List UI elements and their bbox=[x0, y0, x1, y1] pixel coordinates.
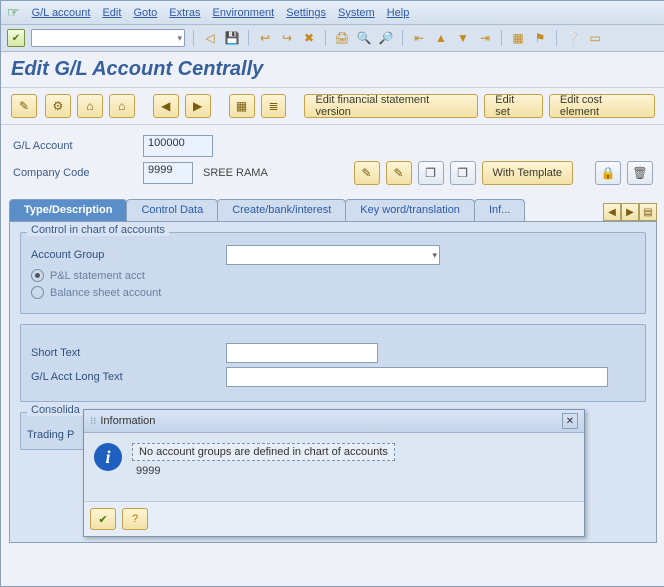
page-title: Edit G/L Account Centrally bbox=[1, 52, 664, 88]
first-page-icon[interactable]: ⇤ bbox=[411, 30, 427, 46]
toolbar-separator bbox=[556, 30, 557, 46]
company-code-label: Company Code bbox=[13, 167, 143, 179]
edit-set-button[interactable]: Edit set bbox=[484, 94, 543, 118]
pl-stmt-label: P&L statement acct bbox=[50, 270, 145, 282]
dialog-footer: ✔ ? bbox=[84, 501, 584, 536]
dialog-ok-button[interactable]: ✔ bbox=[90, 508, 116, 530]
tab-scroll-right[interactable]: ▶ bbox=[621, 203, 639, 221]
account-group-dropdown[interactable] bbox=[226, 245, 440, 265]
other-gl-button[interactable]: ⚙ bbox=[45, 94, 71, 118]
menu-goto[interactable]: Goto bbox=[133, 7, 157, 19]
menu-system[interactable]: System bbox=[338, 7, 375, 19]
menu-help[interactable]: Help bbox=[387, 7, 410, 19]
menu-extras[interactable]: Extras bbox=[169, 7, 200, 19]
back-icon[interactable]: ↩ bbox=[257, 30, 273, 46]
lock-button[interactable]: 🔒 bbox=[595, 161, 621, 185]
layout-icon[interactable]: ▭ bbox=[587, 30, 603, 46]
menu-environment[interactable]: Environment bbox=[212, 7, 274, 19]
dialog-message-2: 9999 bbox=[132, 465, 395, 477]
edit-cost-element-button[interactable]: Edit cost element bbox=[549, 94, 655, 118]
next-button[interactable]: ▶ bbox=[185, 94, 211, 118]
long-text-label: G/L Acct Long Text bbox=[31, 371, 226, 383]
tab-list-button[interactable]: ▤ bbox=[639, 203, 657, 221]
prev-page-icon[interactable]: ▲ bbox=[433, 30, 449, 46]
prev-button[interactable]: ◀ bbox=[153, 94, 179, 118]
tab-keyword-translation[interactable]: Key word/translation bbox=[345, 199, 475, 221]
short-text-label: Short Text bbox=[31, 347, 226, 359]
dialog-message: No account groups are defined in chart o… bbox=[132, 443, 395, 461]
new-session-icon[interactable]: ▦ bbox=[510, 30, 526, 46]
edit-button[interactable]: ✎ bbox=[386, 161, 412, 185]
cancel-icon[interactable]: ✖ bbox=[301, 30, 317, 46]
group-legend: Control in chart of accounts bbox=[27, 224, 169, 236]
list-button[interactable]: ≣ bbox=[261, 94, 287, 118]
dialog-titlebar[interactable]: ⁝⁝ Information ✕ bbox=[84, 410, 584, 433]
tab-info[interactable]: Inf... bbox=[474, 199, 525, 221]
find-next-icon[interactable]: 🔎 bbox=[378, 30, 394, 46]
app-toolbar: ✎ ⚙ ⌂ ⌂ ◀ ▶ ▦ ≣ Edit financial statement… bbox=[1, 88, 664, 125]
header-fields: G/L Account 100000 Company Code 9999 SRE… bbox=[1, 125, 664, 193]
toggle-button[interactable]: ▦ bbox=[229, 94, 255, 118]
tab-create-bank-interest[interactable]: Create/bank/interest bbox=[217, 199, 346, 221]
tab-control-data[interactable]: Control Data bbox=[126, 199, 218, 221]
group-control-in-coa: Control in chart of accounts Account Gro… bbox=[20, 232, 646, 314]
doc2-button[interactable]: ❐ bbox=[450, 161, 476, 185]
long-text-field[interactable] bbox=[226, 367, 608, 387]
save-icon2[interactable]: 💾 bbox=[224, 30, 240, 46]
toolbar-separator bbox=[325, 30, 326, 46]
exit-icon[interactable]: ↪ bbox=[279, 30, 295, 46]
dialog-body: i No account groups are defined in chart… bbox=[84, 433, 584, 501]
edit-fsv-button[interactable]: Edit financial statement version bbox=[304, 94, 478, 118]
save-icon[interactable]: ◁ bbox=[202, 30, 218, 46]
tab-strip: Type/Description Control Data Create/ban… bbox=[1, 199, 664, 221]
toolbar-separator bbox=[193, 30, 194, 46]
find-icon[interactable]: 🔍 bbox=[356, 30, 372, 46]
gl-account-field[interactable]: 100000 bbox=[143, 135, 213, 157]
balance-sheet-radio[interactable] bbox=[31, 286, 44, 299]
tab-type-description[interactable]: Type/Description bbox=[9, 199, 127, 221]
dialog-help-button[interactable]: ? bbox=[122, 508, 148, 530]
print-icon[interactable]: 🖨 bbox=[334, 30, 350, 46]
system-toolbar: ◁ 💾 ↩ ↪ ✖ 🖨 🔍 🔎 ⇤ ▲ ▼ ⇥ ▦ ⚑ ❔ ▭ bbox=[1, 25, 664, 52]
menu-edit[interactable]: Edit bbox=[102, 7, 121, 19]
close-icon[interactable]: ✕ bbox=[562, 413, 578, 429]
tab-scroll-left[interactable]: ◀ bbox=[603, 203, 621, 221]
next-page-icon[interactable]: ▼ bbox=[455, 30, 471, 46]
shortcut-icon[interactable]: ⚑ bbox=[532, 30, 548, 46]
grip-icon: ⁝⁝ bbox=[90, 416, 96, 427]
menu-settings[interactable]: Settings bbox=[286, 7, 326, 19]
info-icon: i bbox=[94, 443, 122, 471]
short-text-field[interactable] bbox=[226, 343, 378, 363]
with-template-button[interactable]: With Template bbox=[482, 161, 574, 185]
delete-button[interactable]: 🗑 bbox=[627, 161, 653, 185]
check-button[interactable]: ✎ bbox=[354, 161, 380, 185]
nav1-button[interactable]: ⌂ bbox=[77, 94, 103, 118]
toolbar-separator bbox=[402, 30, 403, 46]
company-desc: SREE RAMA bbox=[203, 167, 268, 179]
toolbar-separator bbox=[501, 30, 502, 46]
doc1-button[interactable]: ❐ bbox=[418, 161, 444, 185]
session-icon: ☞ bbox=[7, 4, 20, 21]
toolbar-separator bbox=[248, 30, 249, 46]
dialog-title: Information bbox=[100, 415, 155, 427]
help-icon[interactable]: ❔ bbox=[565, 30, 581, 46]
enter-button[interactable] bbox=[7, 29, 25, 47]
display-button[interactable]: ✎ bbox=[11, 94, 37, 118]
tab-nav: ◀ ▶ ▤ bbox=[603, 203, 657, 221]
account-group-label: Account Group bbox=[31, 249, 226, 261]
menu-gl-account[interactable]: G/L account bbox=[32, 7, 91, 19]
group-description: Short Text G/L Acct Long Text bbox=[20, 324, 646, 402]
command-field[interactable] bbox=[31, 29, 185, 47]
group-legend-consolidation: Consolida bbox=[27, 404, 84, 416]
company-code-field[interactable]: 9999 bbox=[143, 162, 193, 184]
menu-bar: ☞ G/L account Edit Goto Extras Environme… bbox=[1, 1, 664, 25]
balance-sheet-label: Balance sheet account bbox=[50, 287, 161, 299]
pl-stmt-radio[interactable] bbox=[31, 269, 44, 282]
information-dialog: ⁝⁝ Information ✕ i No account groups are… bbox=[83, 409, 585, 537]
last-page-icon[interactable]: ⇥ bbox=[477, 30, 493, 46]
nav2-button[interactable]: ⌂ bbox=[109, 94, 135, 118]
gl-account-label: G/L Account bbox=[13, 140, 143, 152]
